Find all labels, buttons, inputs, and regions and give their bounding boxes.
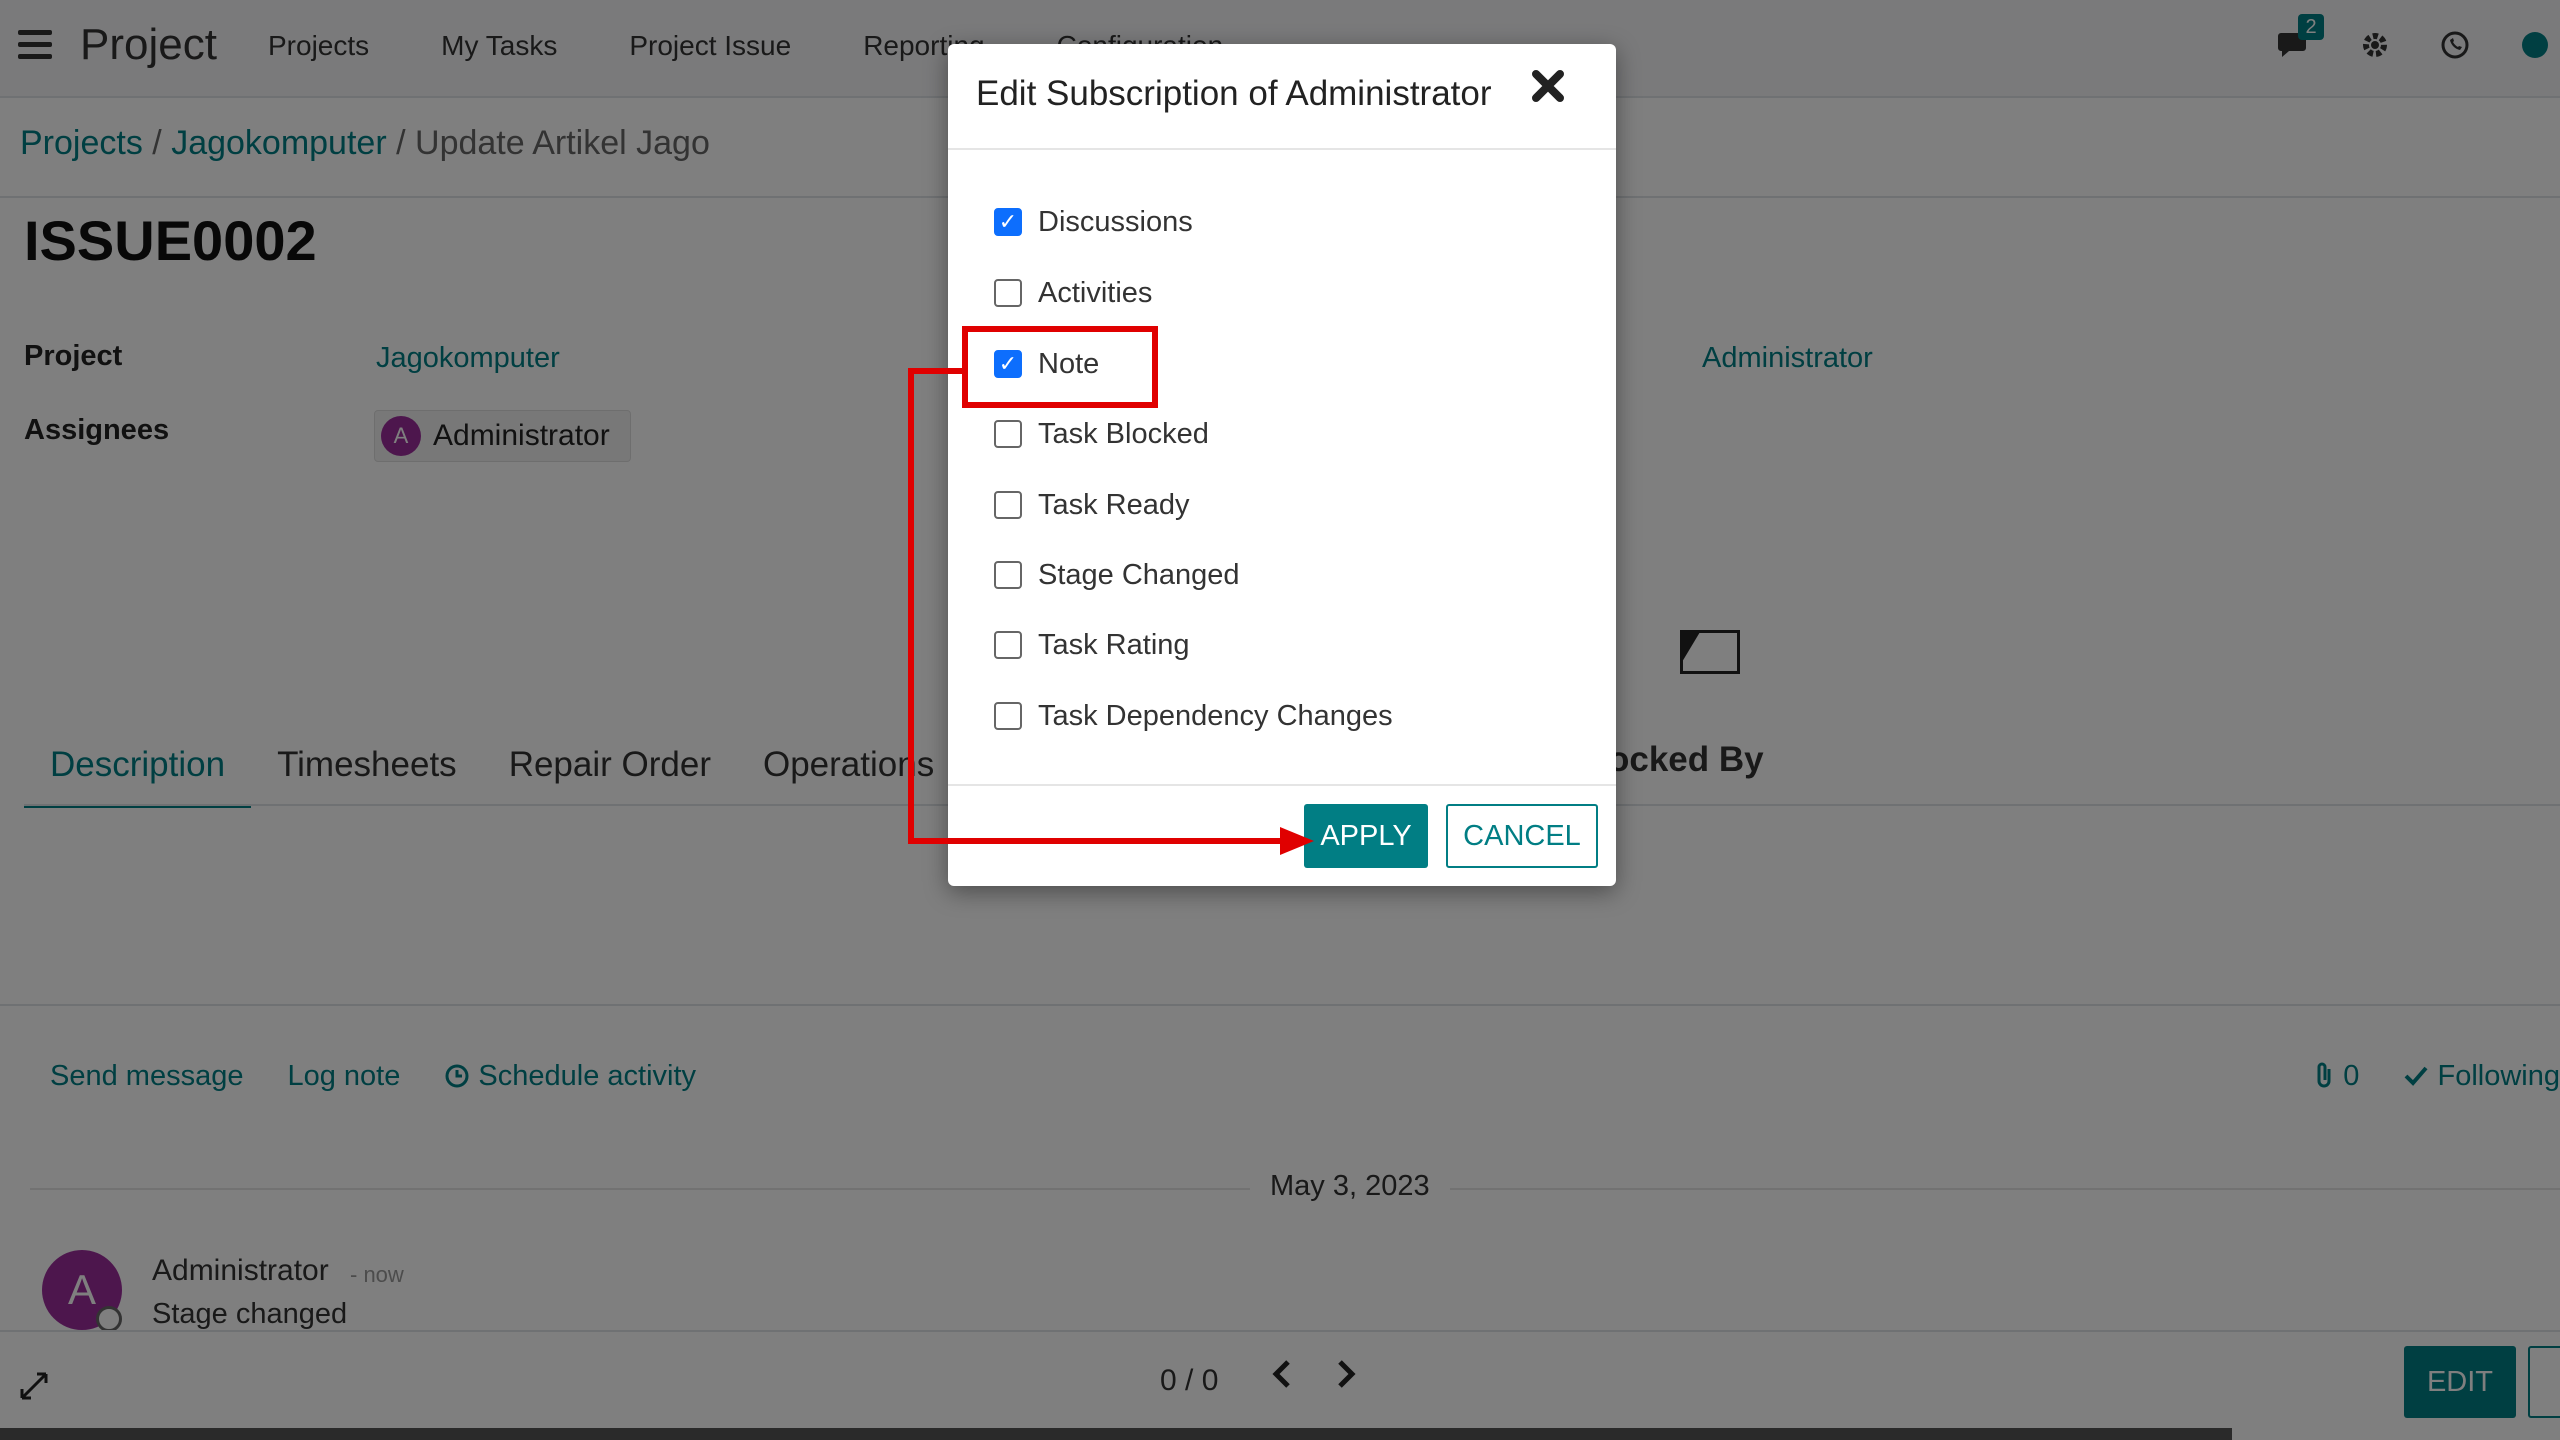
edit-subscription-dialog: Edit Subscription of Administrator ✓ Dis…	[948, 44, 1616, 886]
option-stage-changed[interactable]: Stage Changed	[994, 555, 1240, 595]
annotation-line	[908, 368, 914, 844]
checkbox-stage-changed[interactable]	[994, 561, 1022, 589]
option-discussions[interactable]: ✓ Discussions	[994, 202, 1193, 242]
option-task-rating[interactable]: Task Rating	[994, 625, 1190, 665]
close-icon[interactable]	[1524, 66, 1572, 114]
option-activities[interactable]: Activities	[994, 273, 1152, 313]
option-label: Task Ready	[1038, 488, 1190, 521]
checkbox-task-dependency-changes[interactable]	[994, 702, 1022, 730]
option-label: Task Blocked	[1038, 417, 1209, 450]
option-task-blocked[interactable]: Task Blocked	[994, 414, 1209, 454]
option-label: Task Dependency Changes	[1038, 699, 1393, 732]
option-label: Task Rating	[1038, 628, 1190, 661]
checkbox-task-ready[interactable]	[994, 491, 1022, 519]
checkbox-discussions[interactable]: ✓	[994, 208, 1022, 236]
annotation-line	[908, 838, 1282, 844]
modal-footer-divider	[948, 784, 1616, 786]
checkbox-task-blocked[interactable]	[994, 420, 1022, 448]
annotation-highlight-box	[962, 326, 1158, 408]
option-label: Activities	[1038, 276, 1153, 309]
modal-title: Edit Subscription of Administrator	[976, 74, 1492, 113]
cancel-button[interactable]: CANCEL	[1446, 804, 1598, 868]
option-label: Discussions	[1038, 205, 1193, 238]
option-task-dependency-changes[interactable]: Task Dependency Changes	[994, 696, 1393, 736]
option-task-ready[interactable]: Task Ready	[994, 485, 1190, 525]
annotation-line	[908, 368, 964, 374]
apply-button[interactable]: APPLY	[1304, 804, 1428, 868]
modal-header: Edit Subscription of Administrator	[948, 44, 1616, 150]
annotation-arrowhead	[1280, 827, 1314, 855]
checkbox-task-rating[interactable]	[994, 631, 1022, 659]
option-label: Stage Changed	[1038, 558, 1240, 591]
checkbox-activities[interactable]	[994, 279, 1022, 307]
